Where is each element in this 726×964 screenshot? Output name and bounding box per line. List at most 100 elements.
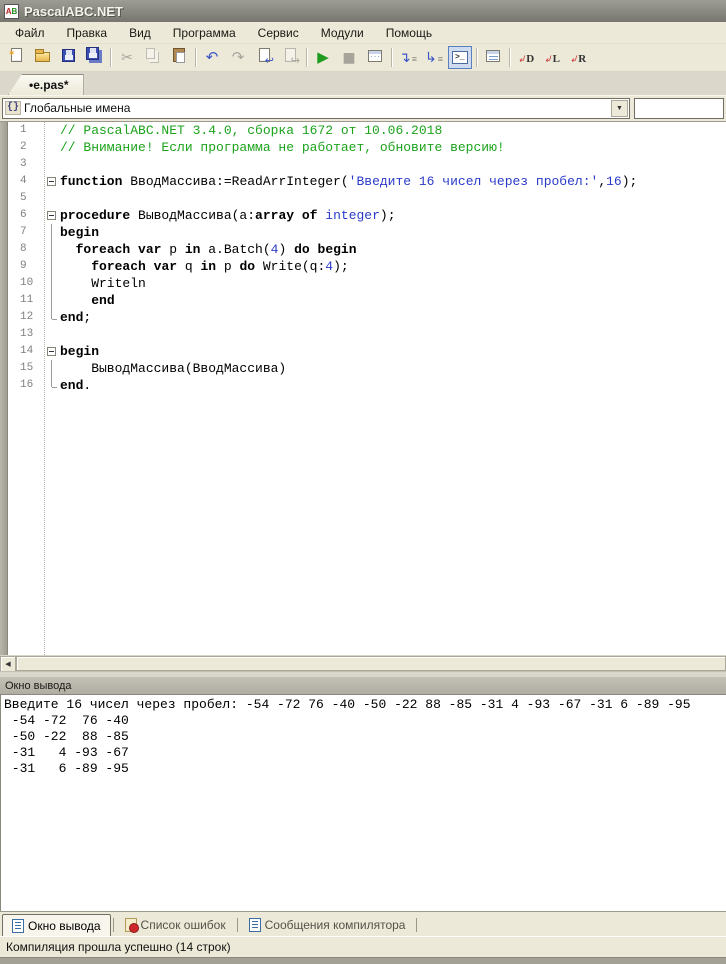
stop-button[interactable]: ■ bbox=[337, 46, 361, 69]
code-line: 6 procedure ВыводМассива(a:array of integ… bbox=[0, 207, 726, 224]
new-file-icon: ✶ bbox=[8, 48, 22, 67]
output-panel-title: Окно вывода bbox=[5, 679, 72, 692]
new-file-button[interactable]: ✶ bbox=[4, 46, 28, 69]
status-bar: Компиляция прошла успешно (14 строк) bbox=[0, 936, 726, 957]
dock-d-icon: ↲D bbox=[517, 52, 535, 65]
compile-window-button[interactable] bbox=[363, 46, 387, 69]
fold-margin bbox=[44, 275, 60, 292]
code-line: 10 Writeln bbox=[0, 275, 726, 292]
run-button[interactable]: ▶ bbox=[311, 46, 335, 69]
toolbar-separator bbox=[306, 48, 307, 67]
tab-label: Сообщения компилятора bbox=[264, 918, 406, 932]
output-panel-header: Окно вывода bbox=[0, 677, 726, 695]
menu-item[interactable]: Модули bbox=[310, 23, 375, 43]
code-text: function ВводМассива:=ReadArrInteger('Вв… bbox=[60, 174, 638, 189]
status-text: Компиляция прошла успешно (14 строк) bbox=[6, 940, 231, 954]
code-text: end; bbox=[60, 310, 92, 325]
scope-combobox-value: Глобальные имена bbox=[24, 101, 131, 115]
code-editor[interactable]: 1 // PascalABC.NET 3.4.0, сборка 1672 от … bbox=[0, 121, 726, 655]
save-all-button[interactable] bbox=[82, 46, 106, 69]
nav-back-button[interactable]: ↩ bbox=[252, 46, 276, 69]
dropdown-arrow-icon[interactable]: ▼ bbox=[611, 99, 628, 117]
code-text: // Внимание! Если программа не работает,… bbox=[60, 140, 505, 155]
compile-window-icon bbox=[368, 49, 382, 67]
redo-button[interactable]: ↷ bbox=[226, 46, 250, 69]
menu-item[interactable]: Сервис bbox=[247, 23, 310, 43]
output-line: -54 -72 76 -40 bbox=[4, 713, 129, 728]
code-text: begin bbox=[60, 225, 100, 240]
dock-l-icon: ↲L bbox=[544, 52, 560, 65]
step-over-icon: ↴≡ bbox=[399, 49, 417, 66]
title-bar: AB PascalABC.NET bbox=[0, 0, 726, 22]
menu-item[interactable]: Помощь bbox=[375, 23, 443, 43]
dock-d-button[interactable]: ↲D bbox=[514, 46, 538, 69]
menu-item[interactable]: Вид bbox=[118, 23, 162, 43]
scroll-left-arrow-icon[interactable]: ◀ bbox=[0, 656, 16, 672]
open-file-button[interactable] bbox=[30, 46, 54, 69]
code-line: 11 end bbox=[0, 292, 726, 309]
menu-item[interactable]: Программа bbox=[162, 23, 247, 43]
paste-icon bbox=[173, 48, 185, 67]
open-file-icon bbox=[34, 48, 50, 67]
stop-icon: ■ bbox=[342, 49, 356, 66]
cut-button[interactable]: ✂ bbox=[115, 46, 139, 69]
save-button[interactable] bbox=[56, 46, 80, 69]
pascalabc-window: AB PascalABC.NET Файл Правка Вид Программа С… bbox=[0, 0, 726, 964]
output-line: -31 4 -93 -67 bbox=[4, 745, 129, 760]
member-combobox[interactable] bbox=[634, 97, 724, 119]
undo-button[interactable]: ↶ bbox=[200, 46, 224, 69]
step-into-button[interactable]: ↳≡ bbox=[422, 46, 446, 69]
fold-collapse-icon[interactable] bbox=[44, 343, 60, 360]
format-code-button[interactable] bbox=[481, 46, 505, 69]
fold-collapse-icon[interactable] bbox=[44, 173, 60, 190]
menu-item[interactable]: Файл bbox=[4, 23, 56, 43]
tab-output-window[interactable]: Окно вывода bbox=[2, 914, 111, 936]
copy-button[interactable] bbox=[141, 46, 165, 69]
nav-back-icon: ↩ bbox=[258, 48, 274, 67]
fold-margin bbox=[44, 258, 60, 275]
save-icon bbox=[61, 48, 75, 67]
paste-button[interactable] bbox=[167, 46, 191, 69]
show-console-icon: >_ bbox=[452, 51, 468, 64]
fold-collapse-icon[interactable] bbox=[44, 207, 60, 224]
code-line: 14 begin bbox=[0, 343, 726, 360]
code-line: 7 begin bbox=[0, 224, 726, 241]
tab-separator bbox=[112, 918, 114, 932]
code-line: 9 foreach var q in p do Write(q:4); bbox=[0, 258, 726, 275]
document-tab-label: •e.pas* bbox=[29, 78, 69, 92]
line-number: 15 bbox=[20, 362, 34, 374]
code-line: 8 foreach var p in a.Batch(4) do begin bbox=[0, 241, 726, 258]
output-window-icon bbox=[12, 918, 24, 933]
line-number: 6 bbox=[20, 209, 27, 221]
compiler-messages-icon bbox=[248, 918, 261, 932]
show-console-button[interactable]: >_ bbox=[448, 46, 472, 69]
format-code-icon bbox=[486, 49, 500, 67]
bottom-tab-bar: Окно вывода Список ошибок Сообщения компил… bbox=[0, 911, 726, 936]
code-line: 4 function ВводМассива:=ReadArrInteger('В… bbox=[0, 173, 726, 190]
scrollbar-thumb[interactable] bbox=[16, 656, 726, 671]
line-number: 5 bbox=[20, 192, 27, 204]
line-number: 8 bbox=[20, 243, 27, 255]
scope-combobox[interactable]: {} Глобальные имена ▼ bbox=[2, 97, 630, 119]
document-tab-epas[interactable]: •e.pas* bbox=[8, 74, 84, 95]
menu-item[interactable]: Правка bbox=[56, 23, 119, 43]
tab-compiler-messages[interactable]: Сообщения компилятора bbox=[240, 914, 415, 936]
toolbar-separator bbox=[476, 48, 477, 67]
fold-margin bbox=[44, 309, 60, 326]
horizontal-scrollbar[interactable]: ◀ bbox=[0, 655, 726, 672]
line-number: 14 bbox=[20, 345, 34, 357]
menu-bar: Файл Правка Вид Программа Сервис Модули Помощь bbox=[0, 22, 726, 44]
line-number: 9 bbox=[20, 260, 27, 272]
tab-label: Список ошибок bbox=[140, 918, 226, 932]
nav-forward-button[interactable]: ↪ bbox=[278, 46, 302, 69]
dock-r-button[interactable]: ↲R bbox=[566, 46, 590, 69]
step-over-button[interactable]: ↴≡ bbox=[396, 46, 420, 69]
cut-icon: ✂ bbox=[121, 49, 133, 66]
fold-margin bbox=[44, 139, 60, 156]
dock-l-button[interactable]: ↲L bbox=[540, 46, 564, 69]
tab-error-list[interactable]: Список ошибок bbox=[116, 914, 235, 936]
fold-margin bbox=[44, 326, 60, 343]
line-number: 13 bbox=[20, 328, 34, 340]
line-number: 12 bbox=[20, 311, 34, 323]
navigation-row: {} Глобальные имена ▼ bbox=[0, 96, 726, 121]
